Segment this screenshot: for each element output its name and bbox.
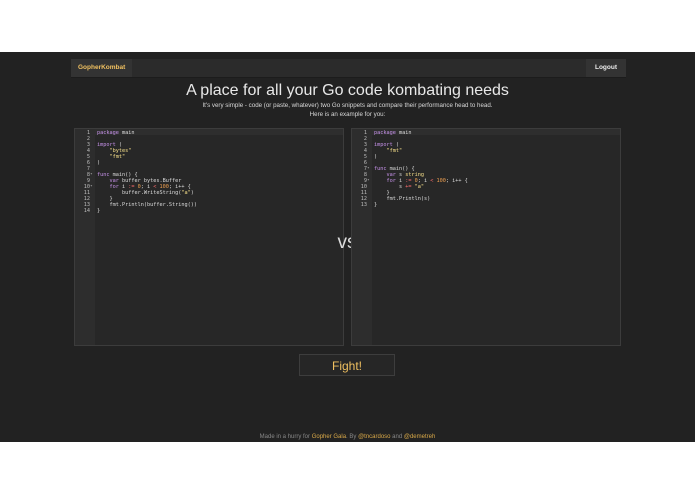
page-subtitle: It's very simple - code (or paste, whate… [202,102,493,109]
footer-by: . By [346,434,359,440]
author-link-demetreh[interactable]: @demetreh [404,434,435,440]
footer-and: and [390,434,404,440]
navbar: GopherKombat Logout [71,59,626,78]
brand-link[interactable]: GopherKombat [71,59,133,77]
page-title: A place for all your Go code kombating n… [186,82,509,99]
logout-button[interactable]: Logout [585,59,626,77]
page-background: GopherKombat Logout A place for all your… [0,52,695,442]
code-token: } [374,202,378,208]
line-number: 14 [83,208,90,214]
fight-button[interactable]: Fight! [299,354,395,376]
example-note: Here is an example for you: [309,111,386,118]
code-editor-right[interactable]: 1 package main 2 3 import (4 "fmt" 5) 6 7 ▾ func … [351,128,621,346]
code-token: } [97,208,101,214]
author-link-tncardoso[interactable]: @tncardoso [358,434,390,440]
code-text: } [374,202,377,208]
line-number: 13 [360,202,367,208]
gopher-gala-link[interactable]: Gopher Gala [312,434,346,440]
footer: Made in a hurry for Gopher Gala. By @tnc… [0,434,695,440]
code-editor-left[interactable]: 1 package main 2 3 import (4 "bytes" 5 "fmt" 6… [74,128,344,346]
code-text: } [97,208,100,214]
code-line: 14} [75,208,343,214]
code-line: 13} [352,202,620,208]
footer-prefix: Made in a hurry for [259,434,312,440]
